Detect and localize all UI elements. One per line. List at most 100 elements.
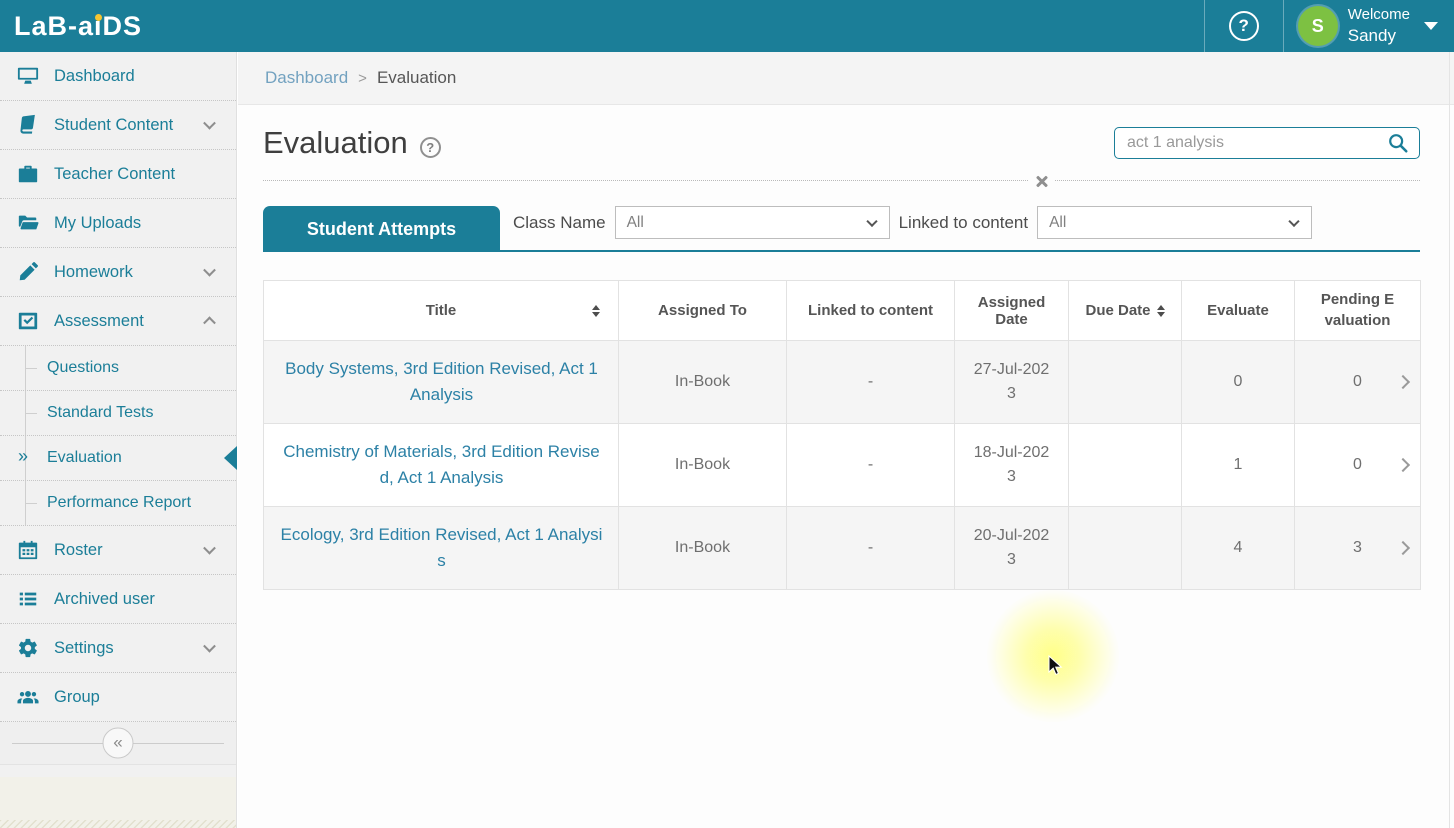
logo-yellow-dot-icon (95, 14, 102, 21)
user-menu[interactable]: S Welcome Sandy (1284, 0, 1454, 52)
checkbox-icon (17, 310, 39, 332)
sort-icon[interactable] (1157, 305, 1165, 317)
table-row: Body Systems, 3rd Edition Revised, Act 1… (264, 341, 1421, 424)
linked-to-content-label: Linked to content (899, 213, 1028, 233)
cell-linked-to-content: - (787, 507, 955, 590)
sidebar-item-dashboard[interactable]: Dashboard (0, 52, 236, 101)
top-header-bar: LaB-aiDS S Welcome Sandy (0, 0, 1454, 52)
user-name: Sandy (1348, 25, 1410, 46)
cell-pending-evaluation: 3 (1295, 507, 1421, 590)
tree-dash (25, 503, 37, 504)
sidebar-item-standard-tests[interactable]: Standard Tests (0, 391, 236, 436)
header-title[interactable]: Title (264, 281, 619, 341)
row-expand-chevron-icon[interactable] (1396, 458, 1410, 472)
cell-evaluate: 0 (1182, 341, 1295, 424)
main-content: Dashboard Evaluation Evaluation Student … (238, 52, 1454, 828)
sidebar-collapse-row (0, 722, 236, 765)
sidebar-item-my-uploads[interactable]: My Uploads (0, 199, 236, 248)
people-icon (17, 686, 39, 708)
breadcrumb-separator-icon (358, 70, 367, 87)
cell-assigned-to: In-Book (619, 341, 787, 424)
sidebar-item-archived-user[interactable]: Archived user (0, 575, 236, 624)
help-circle-icon (1229, 11, 1259, 41)
chevron-up-icon (203, 316, 216, 329)
sidebar-item-assessment[interactable]: Assessment (0, 297, 236, 346)
class-name-select[interactable]: All (615, 206, 890, 239)
title-help-icon[interactable] (420, 137, 441, 158)
welcome-label: Welcome (1348, 6, 1410, 25)
header-pending-evaluation: Pending Evaluation (1295, 281, 1421, 341)
cell-pending-evaluation: 0 (1295, 341, 1421, 424)
gear-icon (17, 637, 39, 659)
cell-due-date (1069, 507, 1182, 590)
pencil-icon (17, 261, 39, 283)
attempt-title-link[interactable]: Body Systems, 3rd Edition Revised, Act 1… (285, 359, 598, 404)
cell-linked-to-content: - (787, 424, 955, 507)
sidebar-item-performance-report[interactable]: Performance Report (0, 481, 236, 526)
page-title-wrap: Evaluation (263, 125, 441, 161)
cell-linked-to-content: - (787, 341, 955, 424)
header-evaluate: Evaluate (1182, 281, 1295, 341)
search-input[interactable] (1127, 134, 1387, 152)
breadcrumb-dashboard-link[interactable]: Dashboard (265, 68, 348, 88)
monitor-icon (17, 65, 39, 87)
cell-assigned-to: In-Book (619, 424, 787, 507)
calendar-icon (17, 539, 39, 561)
chevron-down-icon (203, 640, 216, 653)
cell-evaluate: 1 (1182, 424, 1295, 507)
cell-pending-evaluation: 0 (1295, 424, 1421, 507)
chevron-down-icon (203, 264, 216, 277)
viewport-right-edge (1449, 52, 1450, 828)
sidebar-item-evaluation[interactable]: » Evaluation (0, 436, 236, 481)
tree-dash (25, 368, 37, 369)
class-name-label: Class Name (513, 213, 606, 233)
folder-icon (17, 212, 39, 234)
close-icon[interactable] (1028, 172, 1054, 190)
active-marker-icon: » (18, 446, 28, 467)
book-icon (17, 114, 39, 136)
briefcase-icon (17, 163, 39, 185)
page-title: Evaluation (263, 125, 408, 161)
cell-due-date (1069, 424, 1182, 507)
search-icon[interactable] (1387, 132, 1409, 154)
list-icon (17, 588, 39, 610)
chevron-down-icon (1288, 215, 1299, 226)
sidebar-footer-texture (0, 777, 236, 828)
chevron-down-icon (203, 542, 216, 555)
cell-evaluate: 4 (1182, 507, 1295, 590)
student-attempts-table: Title Assigned To Linked to content Assi… (263, 280, 1421, 590)
logo-text: LaB-aiDS (14, 11, 142, 41)
linked-to-content-select[interactable]: All (1037, 206, 1312, 239)
cell-assigned-date: 20-Jul-2023 (955, 507, 1069, 590)
assessment-submenu: Questions Standard Tests » Evaluation Pe… (0, 346, 236, 526)
header-linked-to-content: Linked to content (787, 281, 955, 341)
sidebar-item-teacher-content[interactable]: Teacher Content (0, 150, 236, 199)
row-expand-chevron-icon[interactable] (1396, 541, 1410, 555)
labaids-logo[interactable]: LaB-aiDS (14, 11, 142, 42)
chevron-down-icon (203, 117, 216, 130)
sidebar-item-questions[interactable]: Questions (0, 346, 236, 391)
sidebar-nav: Dashboard Student Content Teacher Conten… (0, 52, 237, 828)
sidebar-item-student-content[interactable]: Student Content (0, 101, 236, 150)
table-row: Chemistry of Materials, 3rd Edition Revi… (264, 424, 1421, 507)
sidebar-collapse-button[interactable] (103, 728, 134, 759)
sidebar-item-settings[interactable]: Settings (0, 624, 236, 673)
attempt-title-link[interactable]: Ecology, 3rd Edition Revised, Act 1 Anal… (281, 525, 603, 570)
avatar: S (1298, 6, 1338, 46)
cell-due-date (1069, 341, 1182, 424)
sort-icon[interactable] (592, 305, 600, 317)
mouse-cursor-icon (1048, 655, 1064, 677)
sidebar-item-homework[interactable]: Homework (0, 248, 236, 297)
cell-assigned-to: In-Book (619, 507, 787, 590)
tab-student-attempts[interactable]: Student Attempts (263, 206, 500, 252)
cell-assigned-date: 27-Jul-2023 (955, 341, 1069, 424)
header-assigned-date: Assigned Date (955, 281, 1069, 341)
attempt-title-link[interactable]: Chemistry of Materials, 3rd Edition Revi… (283, 442, 600, 487)
sidebar-item-roster[interactable]: Roster (0, 526, 236, 575)
row-expand-chevron-icon[interactable] (1396, 375, 1410, 389)
sidebar-item-group[interactable]: Group (0, 673, 236, 722)
header-help-button[interactable] (1205, 0, 1283, 52)
chevron-down-icon (866, 215, 877, 226)
header-due-date[interactable]: Due Date (1069, 281, 1182, 341)
breadcrumb: Dashboard Evaluation (238, 52, 1454, 105)
